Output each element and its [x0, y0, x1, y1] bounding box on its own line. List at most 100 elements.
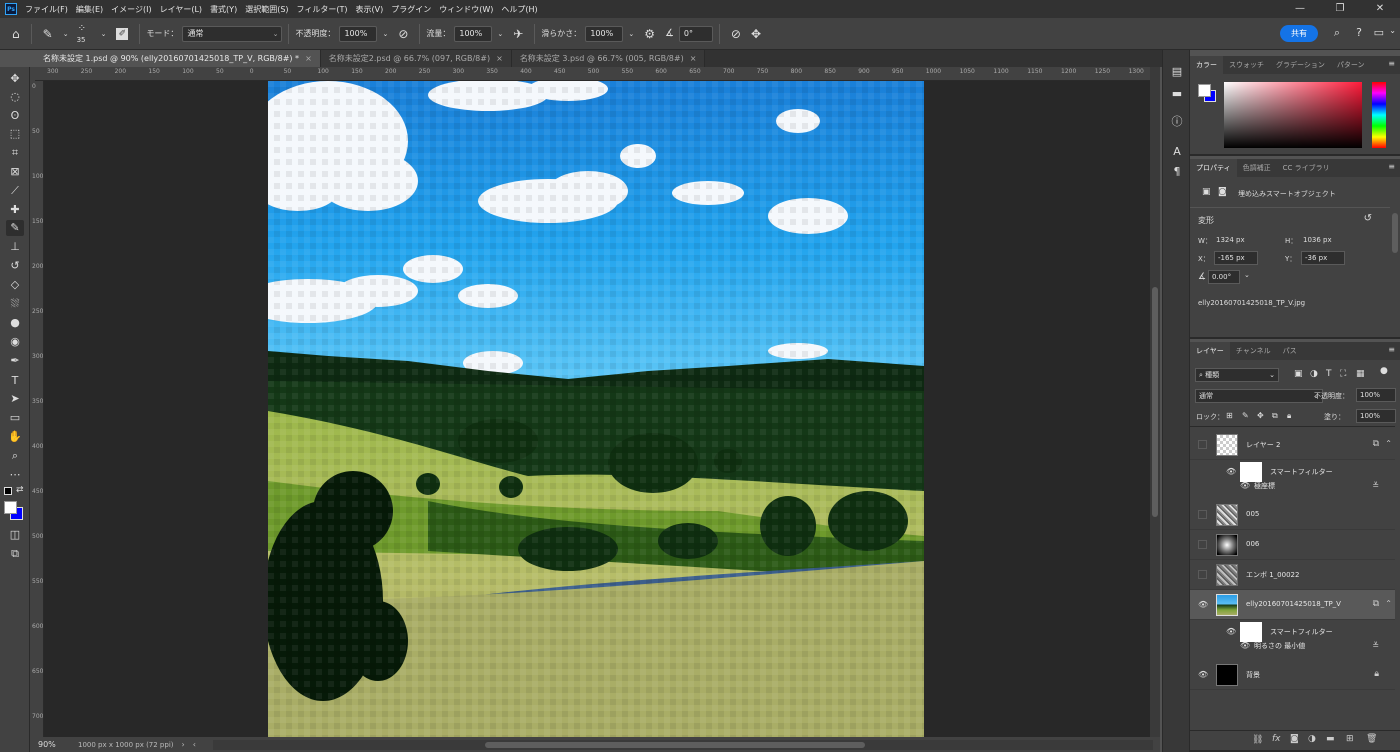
layer-filter-select[interactable]: ⌕ 種類 ⌄ [1195, 368, 1279, 382]
eye-icon[interactable]: 👁︎ [1198, 600, 1208, 609]
panel-menu-icon[interactable]: ≡ [1388, 162, 1395, 171]
tab-color[interactable]: カラー [1190, 56, 1223, 74]
chevron-up-icon[interactable]: ⌃ [1385, 599, 1392, 608]
chevron-up-icon[interactable]: ⌃ [1385, 439, 1392, 448]
document-canvas[interactable] [268, 81, 924, 737]
eye-icon[interactable]: 👁︎ [1240, 641, 1250, 650]
tab-document-2[interactable]: 名称未設定2.psd @ 66.7% (097, RGB/8#) × [320, 50, 512, 67]
tab-document-1[interactable]: 名称未設定 1.psd @ 90% (elly20160701425018_TP… [35, 50, 321, 67]
menu-type[interactable]: 書式(Y) [210, 4, 237, 15]
foreground-color-swatch[interactable] [1198, 84, 1211, 97]
close-window-button[interactable]: ✕ [1360, 0, 1400, 18]
workspace-icon[interactable]: ▭ [1374, 26, 1384, 39]
layer-row[interactable]: 👁︎ 背景 🔒︎ [1190, 660, 1395, 690]
lock-pixels-icon[interactable]: ✎ [1242, 411, 1249, 420]
angle-input[interactable]: 0° [678, 25, 713, 42]
eye-icon[interactable]: 👁︎ [1226, 467, 1236, 476]
chevron-down-icon[interactable]: ⌄ [497, 30, 503, 38]
chevron-left-icon[interactable]: ‹ [193, 740, 196, 749]
eraser-tool-icon[interactable]: ◇ [6, 277, 24, 293]
zoom-level[interactable]: 90% [30, 740, 66, 749]
filter-adjustment-icon[interactable]: ◑ [1310, 369, 1318, 379]
pen-tool-icon[interactable]: ✒ [6, 353, 24, 369]
tab-paths[interactable]: パス [1277, 342, 1303, 360]
foreground-color-swatch[interactable] [4, 501, 17, 514]
comments-panel-icon[interactable]: ▬ [1169, 86, 1185, 102]
blur-tool-icon[interactable]: ● [6, 315, 24, 331]
tab-document-3[interactable]: 名称未設定 3.psd @ 66.7% (005, RGB/8#) × [511, 50, 706, 67]
chevron-down-icon[interactable]: ⌄ [101, 30, 107, 38]
tab-gradients[interactable]: グラデーション [1270, 56, 1331, 74]
y-position-input[interactable]: -36 px [1301, 251, 1345, 265]
canvas-area[interactable] [44, 81, 1150, 737]
chevron-down-icon[interactable]: ⌄ [628, 30, 634, 38]
filter-blending-icon[interactable]: ≚ [1372, 481, 1379, 490]
angle-input[interactable]: 0.00° [1208, 270, 1240, 284]
layer-row[interactable]: 006 [1190, 530, 1395, 560]
layer-row[interactable]: 👁︎ elly20160701425018_TP_V ⧉ ⌃ [1190, 590, 1395, 620]
menu-file[interactable]: ファイル(F) [25, 4, 68, 15]
hue-slider[interactable] [1372, 82, 1386, 148]
tab-properties[interactable]: プロパティ [1190, 159, 1237, 177]
menu-window[interactable]: ウィンドウ(W) [439, 4, 493, 15]
scroll-thumb[interactable] [1152, 287, 1158, 517]
new-group-icon[interactable]: ▬ [1326, 734, 1335, 744]
eye-icon[interactable]: 👁︎ [1198, 670, 1208, 679]
panel-menu-icon[interactable]: ≡ [1388, 345, 1395, 354]
chevron-down-icon[interactable]: ⌄ [382, 30, 388, 38]
filter-item-row[interactable]: 👁︎ 明るさの 最小値 ≚ [1190, 636, 1395, 656]
rectangle-tool-icon[interactable]: ▭ [6, 410, 24, 426]
tab-swatches[interactable]: スウォッチ [1223, 56, 1270, 74]
lock-all-icon[interactable]: 🔒︎ [1287, 411, 1291, 421]
menu-layer[interactable]: レイヤー(L) [160, 4, 202, 15]
new-layer-icon[interactable]: ⊞ [1346, 734, 1354, 744]
healing-brush-tool-icon[interactable]: ✚ [6, 202, 24, 218]
scroll-thumb[interactable] [485, 742, 865, 748]
close-icon[interactable]: × [305, 54, 312, 63]
chevron-down-icon[interactable]: ⌄ [63, 30, 69, 38]
filter-toggle-icon[interactable]: ● [1380, 366, 1388, 376]
eye-icon[interactable]: 👁︎ [1240, 481, 1250, 490]
chevron-down-icon[interactable]: ⌄ [1389, 26, 1396, 35]
menu-filter[interactable]: フィルター(T) [297, 4, 348, 15]
help-icon[interactable]: ? [1356, 26, 1362, 39]
clone-stamp-tool-icon[interactable]: ⊥ [6, 239, 24, 255]
filter-smart-object-icon[interactable]: ▦ [1356, 369, 1365, 379]
document-info[interactable]: 1000 px x 1000 px (72 ppi) [78, 741, 174, 749]
mode-select[interactable]: 通常 ⌄ [182, 25, 283, 42]
delete-layer-icon[interactable]: 🗑︎ [1366, 734, 1377, 744]
hand-tool-icon[interactable]: ✋ [6, 429, 24, 445]
flow-input[interactable]: 100% [454, 25, 493, 42]
history-panel-icon[interactable]: ▤ [1169, 64, 1185, 80]
menu-edit[interactable]: 編集(E) [76, 4, 103, 15]
opacity-input[interactable]: 100% [339, 25, 378, 42]
character-panel-icon[interactable]: A [1169, 144, 1185, 160]
visibility-toggle[interactable] [1198, 510, 1207, 519]
lock-artboard-icon[interactable]: ⧉ [1272, 411, 1278, 421]
menu-help[interactable]: ヘルプ(H) [501, 4, 537, 15]
path-select-tool-icon[interactable]: ➤ [6, 391, 24, 407]
horizontal-scrollbar[interactable] [213, 740, 1153, 750]
chevron-down-icon[interactable]: ⌄ [1244, 271, 1250, 279]
visibility-toggle[interactable] [1198, 570, 1207, 579]
chevron-right-icon[interactable]: › [182, 740, 185, 749]
restore-button[interactable]: ❐ [1320, 0, 1360, 18]
fill-input[interactable]: 100% [1356, 409, 1396, 423]
move-tool-icon[interactable]: ✥ [6, 71, 24, 87]
paint-bucket-tool-icon[interactable]: ⛆ [6, 296, 24, 312]
vertical-ruler[interactable]: 0 50 100 150 200 250 300 350 400 450 500 550 600 650 7… [30, 81, 44, 737]
symmetry-icon[interactable]: ✥ [751, 27, 761, 41]
swap-colors-icon[interactable]: ⇄ [16, 485, 24, 495]
lasso-tool-icon[interactable]: ʘ [6, 108, 24, 124]
search-icon[interactable]: ⌕ [1334, 26, 1340, 40]
type-tool-icon[interactable]: T [6, 373, 24, 389]
airbrush-icon[interactable]: ✈ [513, 27, 523, 41]
layer-opacity-input[interactable]: 100% [1356, 388, 1396, 402]
scroll-thumb[interactable] [1392, 213, 1398, 253]
layer-row[interactable]: エンボ 1_00022 [1190, 560, 1395, 590]
height-value[interactable]: 1036 px [1303, 236, 1332, 244]
gear-icon[interactable]: ⚙ [644, 27, 655, 41]
dodge-tool-icon[interactable]: ◉ [6, 334, 24, 350]
brush-settings-icon[interactable]: ✐ [116, 27, 129, 40]
filter-blending-icon[interactable]: ≚ [1372, 641, 1379, 650]
